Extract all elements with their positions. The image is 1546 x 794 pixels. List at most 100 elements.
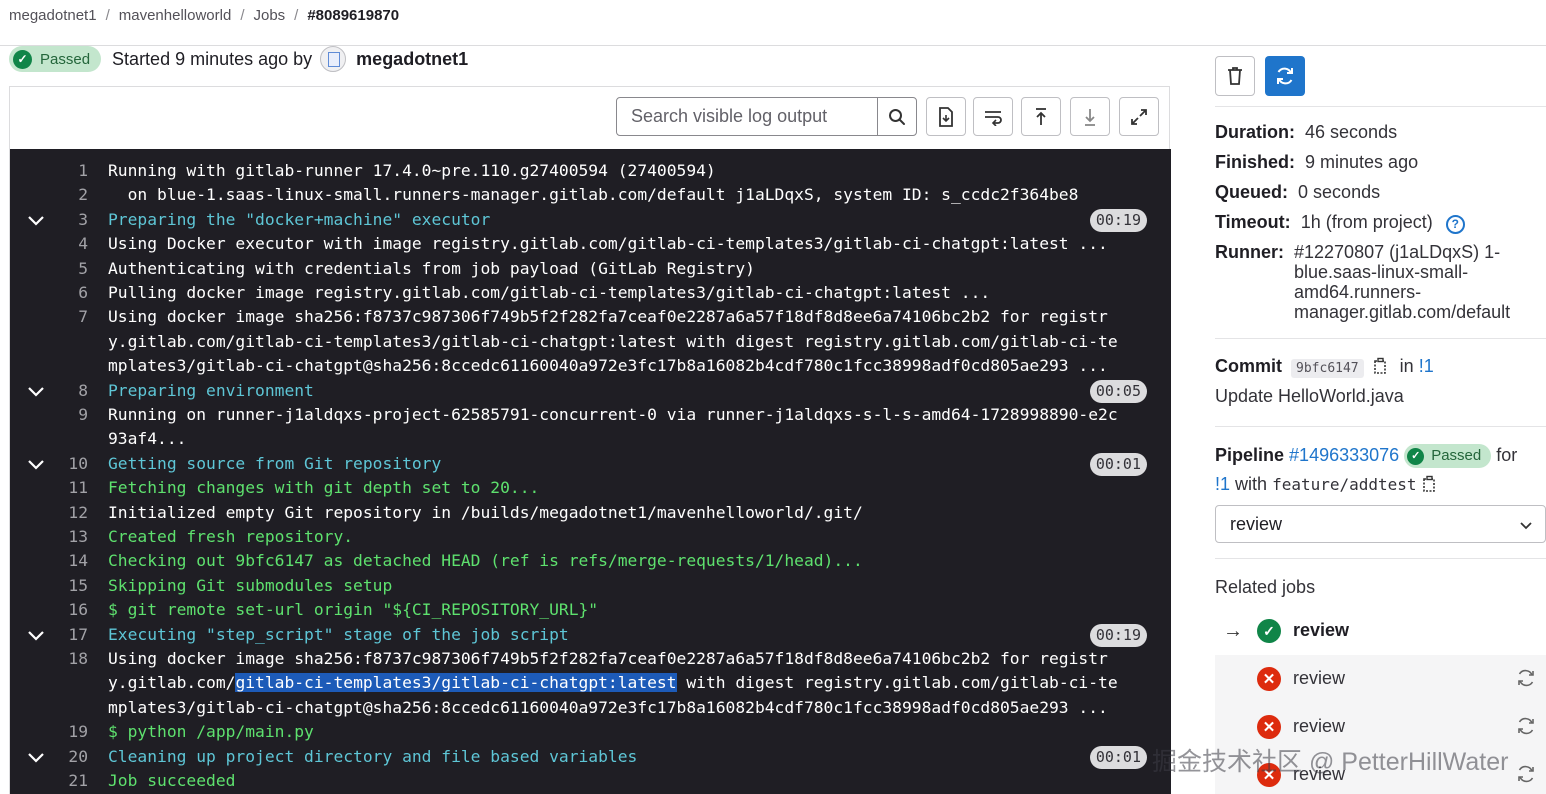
log-line-text: mplates3/gitlab-ci-chatgpt@sha256:8ccedc… (108, 697, 1108, 717)
line-number[interactable]: 8 (38, 379, 88, 403)
related-job-name: review (1293, 764, 1346, 784)
line-number[interactable]: 16 (38, 598, 88, 622)
line-number[interactable]: 15 (38, 574, 88, 598)
line-number[interactable]: 13 (38, 525, 88, 549)
related-job-item[interactable]: ✕ review (1215, 655, 1546, 703)
log-line: 18 Using docker image sha256:f8737c987306… (10, 647, 1171, 671)
job-log-panel: 1 Running with gitlab-runner 17.4.0~pre.1… (9, 86, 1171, 794)
log-search-input[interactable] (616, 97, 878, 136)
queued-value: 0 seconds (1298, 182, 1381, 202)
erase-job-button[interactable] (1215, 56, 1255, 96)
line-number[interactable]: 19 (38, 720, 88, 744)
commit-message: Update HelloWorld.java (1215, 386, 1404, 406)
selected-text: gitlab-ci-templates3/gitlab-ci-chatgpt:l… (235, 673, 677, 693)
log-line-text: Authenticating with credentials from job… (108, 258, 755, 278)
line-number[interactable]: 10 (38, 452, 88, 476)
line-number[interactable]: 20 (38, 745, 88, 769)
line-number[interactable]: 14 (38, 549, 88, 573)
retry-icon[interactable] (1516, 668, 1536, 688)
status-failed-icon: ✕ (1257, 715, 1281, 739)
avatar[interactable] (320, 46, 347, 72)
log-toolbar (10, 87, 1169, 149)
breadcrumb-item-jobs[interactable]: Jobs (253, 7, 285, 24)
check-circle-icon: ✓ (13, 49, 32, 69)
log-line-text: Running on runner-j1aldqxs-project-62585… (108, 405, 1118, 424)
log-line: mplates3/gitlab-ci-chatgpt@sha256:8ccedc… (10, 696, 1171, 720)
pipeline-status-badge[interactable]: ✓ Passed (1404, 444, 1492, 468)
log-line: 2 on blue-1.saas-linux-small.runners-man… (10, 183, 1171, 207)
log-line-text: Skipping Git submodules setup (108, 575, 393, 595)
pipeline-row: Pipeline #1496333076 ✓ Passed for (1215, 444, 1517, 468)
scroll-to-top-button[interactable] (1021, 97, 1061, 136)
section-duration-badge: 00:19 (1089, 208, 1147, 232)
log-line-text: Executing "step_script" stage of the job… (108, 624, 569, 644)
finished-value: 9 minutes ago (1305, 152, 1419, 172)
log-line-text: y.gitlab.com/gitlab-ci-templates3/gitlab… (108, 331, 1118, 351)
log-line-text: Cleaning up project directory and file b… (108, 746, 638, 766)
log-line: 15 Skipping Git submodules setup (10, 574, 1171, 598)
raw-log-button[interactable] (926, 97, 966, 136)
retry-icon (1277, 67, 1293, 85)
commit-sha-link[interactable]: 9bfc6147 (1291, 359, 1364, 378)
line-number[interactable]: 5 (38, 257, 88, 281)
log-line: 21 Job succeeded (10, 769, 1171, 793)
line-number[interactable]: 1 (38, 159, 88, 183)
retry-icon[interactable] (1516, 764, 1536, 784)
copy-icon[interactable] (1373, 357, 1389, 375)
trash-icon (1228, 67, 1242, 85)
retry-job-button[interactable] (1265, 56, 1305, 96)
divider (1215, 338, 1546, 339)
stage-dropdown[interactable]: review (1215, 505, 1546, 543)
finished-row: Finished: 9 minutes ago (1215, 152, 1419, 172)
duration-value: 46 seconds (1305, 122, 1398, 142)
related-job-item[interactable]: ✕ review (1215, 751, 1546, 794)
log-line: y.gitlab.com/gitlab-ci-templates3/gitlab… (10, 671, 1171, 695)
log-line: 4 Using Docker executor with image regist… (10, 232, 1171, 256)
log-line-text: mplates3/gitlab-ci-chatgpt@sha256:8ccedc… (108, 356, 1108, 376)
user-link[interactable]: megadotnet1 (356, 49, 468, 70)
wrap-lines-button[interactable] (973, 97, 1013, 136)
status-success-icon: ✓ (1257, 619, 1281, 643)
breadcrumb-item-project[interactable]: mavenhelloworld (119, 7, 232, 24)
copy-icon[interactable] (1422, 475, 1438, 493)
log-line: y.gitlab.com/gitlab-ci-templates3/gitlab… (10, 330, 1171, 354)
arrow-right-icon: → (1223, 620, 1243, 642)
section-duration-badge: 00:19 (1089, 623, 1147, 647)
log-line-text: Initialized empty Git repository in /bui… (108, 502, 863, 522)
breadcrumb-item-group[interactable]: megadotnet1 (9, 7, 97, 24)
log-line: 11 Fetching changes with git depth set to… (10, 476, 1171, 500)
search-button[interactable] (877, 97, 917, 136)
log-line-text: 93af4... (108, 429, 187, 449)
log-line-text: Preparing the "docker+machine" executor (108, 209, 491, 229)
line-number[interactable]: 2 (38, 183, 88, 207)
related-job-item[interactable]: ✕ review (1215, 703, 1546, 751)
timeout-value: 1h (from project) (1300, 212, 1433, 232)
branch-name[interactable]: feature/addtest (1272, 475, 1417, 494)
related-job-item[interactable]: → ✓ review (1215, 607, 1546, 655)
line-number[interactable]: 6 (38, 281, 88, 305)
fullscreen-button[interactable] (1119, 97, 1159, 136)
log-line-text: on blue-1.saas-linux-small.runners-manag… (108, 185, 1079, 205)
line-number[interactable]: 4 (38, 232, 88, 256)
retry-icon[interactable] (1516, 716, 1536, 736)
line-number[interactable]: 17 (38, 623, 88, 647)
breadcrumb-current-job[interactable]: #8089619870 (307, 7, 399, 24)
line-number[interactable]: 3 (38, 208, 88, 232)
scroll-to-bottom-button[interactable] (1070, 97, 1110, 136)
line-number[interactable]: 21 (38, 769, 88, 793)
pipeline-link[interactable]: #1496333076 (1289, 445, 1399, 465)
pipeline-mr-link[interactable]: !1 (1215, 474, 1230, 494)
line-number[interactable]: 18 (38, 647, 88, 671)
line-number[interactable]: 7 (38, 305, 88, 329)
pipeline-ref-row: !1 with feature/addtest (1215, 474, 1438, 495)
help-icon[interactable]: ? (1445, 215, 1465, 234)
started-text: Started 9 minutes ago by (112, 48, 313, 69)
log-line-text: Using Docker executor with image registr… (108, 234, 1108, 254)
line-number[interactable]: 11 (38, 476, 88, 500)
line-number[interactable]: 12 (38, 501, 88, 525)
merge-request-link[interactable]: !1 (1419, 356, 1434, 376)
job-status-badge[interactable]: ✓ Passed (9, 46, 102, 72)
log-line-text: Getting source from Git repository (108, 453, 442, 473)
line-number[interactable]: 9 (38, 403, 88, 427)
log-line-text: y.gitlab.com/gitlab-ci-templates3/gitlab… (108, 673, 1118, 693)
